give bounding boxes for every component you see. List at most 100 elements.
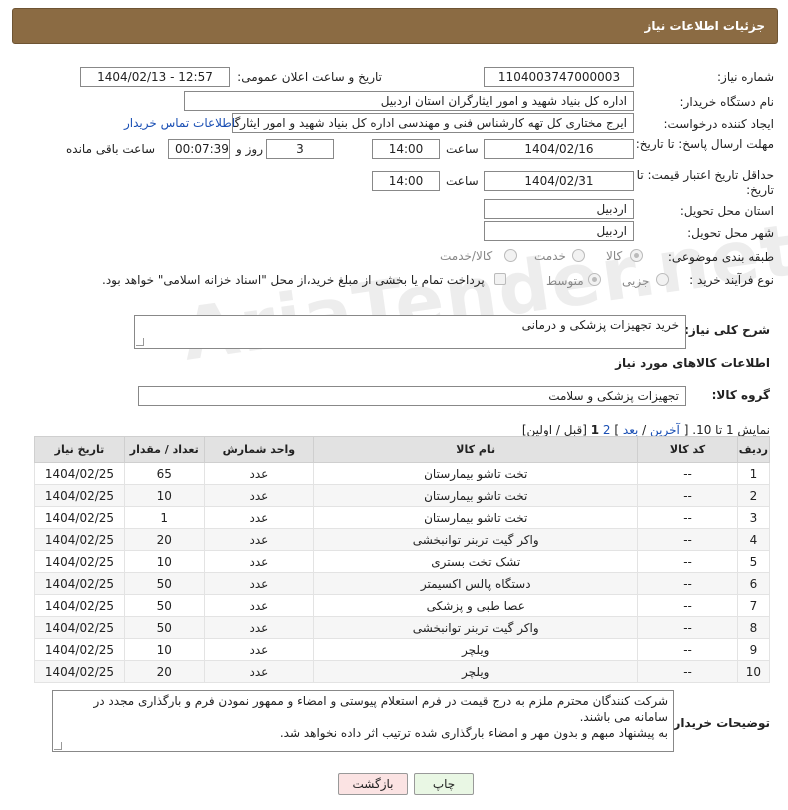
col-row-number: ردیف	[736, 436, 771, 463]
buyer-notes-line-2: به پیشنهاد مبهم و بدون مهر و امضاء بارگذ…	[279, 726, 668, 740]
goods-name-cell: ویلچر	[313, 638, 639, 661]
days-label: روز و	[236, 142, 263, 156]
buyer-notes-field: شرکت کنندگان محترم ملزم به درج قیمت در ف…	[52, 690, 674, 752]
goods-group-field: تجهیزات پزشکی و سلامت	[138, 386, 686, 406]
buyer-org-field: اداره کل بنیاد شهید و امور ایثارگران است…	[184, 91, 634, 111]
row-number-cell: 3	[736, 506, 771, 529]
days-field: 3	[266, 139, 334, 159]
category-goods-label: کالا	[606, 249, 623, 263]
summary-field: خرید تجهیزات پزشکی و درمانی	[134, 315, 686, 349]
table-row: 8 -- واکر گیت تربنر توانبخشی عدد 50 1404/02/2…	[34, 616, 771, 639]
row-number-cell: 1	[736, 462, 771, 485]
creator-field: ایرج مختاری کل تهه کارشناس فنی و مهندسی …	[232, 113, 634, 133]
row-number-cell: 10	[736, 660, 771, 683]
pagination: نمایش 1 تا 10. [ آخرین / بعد ] 2 1 [قبل …	[522, 423, 770, 437]
process-minor-radio[interactable]	[656, 273, 669, 286]
pagination-showing: نمایش 1 تا 10.	[692, 423, 770, 437]
delivery-city-label: شهر محل تحویل:	[687, 226, 774, 240]
delivery-province-field: اردبیل	[484, 199, 634, 219]
pagination-prev-first: [قبل / اولین]	[521, 423, 587, 437]
remaining-time-field: 00:07:39	[168, 139, 230, 159]
category-both-radio[interactable]	[504, 249, 517, 262]
goods-name-cell: عصا طبی و پزشکی	[313, 594, 639, 617]
goods-code-cell: --	[637, 660, 738, 683]
col-goods-name: نام کالا	[313, 436, 639, 463]
quantity-cell: 65	[123, 462, 205, 485]
row-number-cell: 7	[736, 594, 771, 617]
row-number-cell: 2	[736, 484, 771, 507]
goods-name-cell: تشک تخت بستری	[313, 550, 639, 573]
goods-name-cell: تخت تاشو بیمارستان	[313, 462, 639, 485]
col-need-date: تاریخ نیاز	[34, 436, 125, 463]
pagination-next-link[interactable]: بعد	[623, 423, 638, 437]
remaining-time-label: ساعت باقی مانده	[66, 142, 156, 156]
quantity-cell: 1	[123, 506, 205, 529]
need-number-label: شماره نیاز:	[717, 70, 774, 84]
table-row: 7 -- عصا طبی و پزشکی عدد 50 1404/02/25	[34, 594, 771, 617]
unit-cell: عدد	[203, 594, 315, 617]
unit-cell: عدد	[203, 660, 315, 683]
need-date-cell: 1404/02/25	[34, 506, 125, 529]
row-number-cell: 5	[736, 550, 771, 573]
summary-resize-handle[interactable]	[136, 338, 144, 346]
quantity-cell: 10	[123, 550, 205, 573]
category-both-label: کالا/خدمت	[440, 249, 493, 263]
col-goods-code: کد کالا	[637, 436, 738, 463]
goods-code-cell: --	[637, 572, 738, 595]
row-number-cell: 8	[736, 616, 771, 639]
unit-cell: عدد	[203, 506, 315, 529]
need-date-cell: 1404/02/25	[34, 572, 125, 595]
row-number-cell: 4	[736, 528, 771, 551]
goods-name-cell: دستگاه پالس اکسیمتر	[313, 572, 639, 595]
category-goods-radio[interactable]	[630, 249, 643, 262]
need-date-cell: 1404/02/25	[34, 484, 125, 507]
goods-name-cell: تخت تاشو بیمارستان	[313, 506, 639, 529]
pagination-last-link[interactable]: آخرین	[650, 423, 680, 437]
quantity-cell: 20	[123, 660, 205, 683]
goods-name-cell: واکر گیت تربنر توانبخشی	[313, 528, 639, 551]
need-number-field: 1104003747000003	[484, 67, 634, 87]
table-row: 4 -- واکر گیت تربنر توانبخشی عدد 20 1404/02/2…	[34, 528, 771, 551]
back-button[interactable]: بازگشت	[338, 773, 408, 795]
reply-time-label: ساعت	[446, 142, 479, 156]
category-service-radio[interactable]	[572, 249, 585, 262]
goods-code-cell: --	[637, 616, 738, 639]
goods-name-cell: تخت تاشو بیمارستان	[313, 484, 639, 507]
pagination-close-bracket: ]	[614, 423, 620, 437]
table-row: 1 -- تخت تاشو بیمارستان عدد 65 1404/02/25	[34, 462, 771, 485]
pagination-page-1: 1	[590, 423, 600, 437]
treasury-checkbox[interactable]	[494, 273, 506, 285]
process-medium-label: متوسط	[546, 274, 584, 288]
delivery-city-field: اردبیل	[484, 221, 634, 241]
notes-resize-handle[interactable]	[54, 742, 62, 750]
page-header: جزئیات اطلاعات نیاز	[12, 8, 778, 44]
pagination-page-2[interactable]: 2	[603, 423, 611, 437]
goods-code-cell: --	[637, 528, 738, 551]
table-row: 10 -- ویلچر عدد 20 1404/02/25	[34, 660, 771, 683]
goods-code-cell: --	[637, 462, 738, 485]
goods-code-cell: --	[637, 506, 738, 529]
goods-name-cell: واکر گیت تربنر توانبخشی	[313, 616, 639, 639]
unit-cell: عدد	[203, 616, 315, 639]
category-service-label: خدمت	[534, 249, 566, 263]
table-row: 5 -- تشک تخت بستری عدد 10 1404/02/25	[34, 550, 771, 573]
need-date-cell: 1404/02/25	[34, 462, 125, 485]
need-date-cell: 1404/02/25	[34, 594, 125, 617]
table-row: 9 -- ویلچر عدد 10 1404/02/25	[34, 638, 771, 661]
quantity-cell: 50	[123, 616, 205, 639]
quantity-cell: 50	[123, 594, 205, 617]
payment-note: پرداخت تمام یا بخشی از مبلغ خرید،از محل …	[102, 273, 485, 287]
reply-time-field: 14:00	[372, 139, 440, 159]
unit-cell: عدد	[203, 484, 315, 507]
buyer-notes-label: توضیحات خریدار:	[668, 716, 770, 730]
buyer-contact-link[interactable]: اطلاعات تماس خریدار	[124, 116, 235, 130]
buyer-notes-line-1: شرکت کنندگان محترم ملزم به درج قیمت در ف…	[93, 694, 668, 724]
items-table: ردیف کد کالا نام کالا واحد شمارش تعداد /…	[34, 436, 771, 683]
process-medium-radio[interactable]	[588, 273, 601, 286]
delivery-province-label: استان محل تحویل:	[679, 204, 774, 218]
print-button[interactable]: چاپ	[414, 773, 474, 795]
quantity-cell: 50	[123, 572, 205, 595]
price-time-field: 14:00	[372, 171, 440, 191]
reply-date-field: 1404/02/16	[484, 139, 634, 159]
pagination-open-bracket: [	[683, 423, 689, 437]
